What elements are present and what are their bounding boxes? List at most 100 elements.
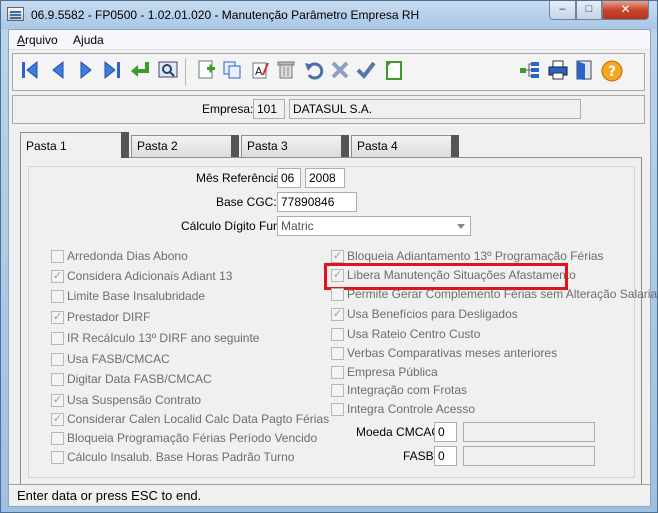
print-icon[interactable]	[545, 59, 571, 85]
checkbox-box[interactable]	[51, 332, 64, 345]
empresa-label: Empresa:	[202, 102, 254, 116]
checkbox-box[interactable]: ✓	[51, 394, 64, 407]
menu-arquivo-label: Arquivo	[17, 33, 58, 47]
client-area: Arquivo Ajuda A ? Empresa: 101 DATASUL S…	[8, 29, 657, 507]
svg-text:A: A	[255, 65, 263, 78]
app-icon	[7, 7, 24, 21]
mes-referencia-label: Mês Referência:	[196, 171, 284, 185]
checkbox-box[interactable]	[51, 250, 64, 263]
copy-icon[interactable]	[219, 59, 245, 85]
checkbox-box[interactable]	[331, 328, 344, 341]
checkbox-box[interactable]	[331, 403, 344, 416]
previous-record-icon[interactable]	[45, 59, 71, 85]
tab-pasta-1[interactable]: Pasta 1	[20, 132, 129, 158]
checkbox-label: Integra Controle Acesso	[347, 402, 476, 416]
highlight-box	[324, 263, 568, 290]
checkbox-box[interactable]	[331, 347, 344, 360]
checkbox-label: Limite Base Insalubridade	[67, 289, 206, 303]
base-cgc-field[interactable]: 77890846	[277, 192, 357, 212]
checkbox-box[interactable]: ✓	[51, 311, 64, 324]
ano-referencia-field[interactable]: 2008	[305, 168, 345, 188]
last-record-icon[interactable]	[99, 59, 125, 85]
add-icon[interactable]	[193, 59, 219, 85]
checkbox-label: Permite Gerar Complemento Férias sem Alt…	[347, 287, 658, 301]
checkbox-label: Considera Adicionais Adiant 13	[67, 269, 233, 283]
checkbox-box[interactable]	[51, 290, 64, 303]
company-header: Empresa: 101 DATASUL S.A.	[12, 95, 645, 124]
calculo-digito-select[interactable]: Matric	[277, 216, 471, 236]
tab-pasta-3[interactable]: Pasta 3	[241, 135, 349, 157]
checkbox-box[interactable]: ✓	[51, 413, 64, 426]
mes-referencia-field[interactable]: 06	[277, 168, 301, 188]
tab-pasta-4[interactable]: Pasta 4	[351, 135, 459, 157]
checkbox-box[interactable]: ✓	[331, 308, 344, 321]
checkbox-box[interactable]	[331, 288, 344, 301]
checkbox-label: Prestador DIRF	[67, 310, 151, 324]
checkbox-box[interactable]	[51, 432, 64, 445]
fasb-description	[463, 446, 595, 466]
calculo-digito-label: Cálculo Dígito Func:	[181, 219, 290, 233]
goto-icon[interactable]	[127, 59, 153, 85]
menu-ajuda[interactable]: Ajuda	[73, 33, 104, 47]
checkbox-box[interactable]	[51, 451, 64, 464]
checkbox-label: Empresa Pública	[347, 365, 438, 379]
exit-icon[interactable]	[571, 59, 597, 85]
checkbox-label: Cálculo Insalub. Base Horas Padrão Turno	[67, 450, 295, 464]
new-document-icon[interactable]	[381, 59, 407, 85]
checkbox-label: Integração com Frotas	[347, 383, 468, 397]
tab-pasta-2[interactable]: Pasta 2	[131, 135, 239, 157]
menu-bar: Arquivo Ajuda	[9, 30, 650, 50]
checkbox-box[interactable]	[51, 353, 64, 366]
fasb-field[interactable]: 0	[434, 446, 457, 466]
undo-icon[interactable]	[301, 59, 327, 85]
checkbox-label: Considerar Calen Localid Calc Data Pagto…	[67, 412, 330, 426]
cancel-icon[interactable]	[327, 59, 353, 85]
checkbox-box[interactable]	[51, 373, 64, 386]
tab-pasta-2-label: Pasta 2	[137, 139, 178, 153]
close-button[interactable]: ✕	[602, 1, 649, 20]
application-window: 06.9.5582 - FP0500 - 1.02.01.020 - Manut…	[0, 0, 658, 513]
svg-text:?: ?	[608, 64, 616, 80]
minimize-button[interactable]: –	[549, 1, 576, 20]
checkbox-label: Usa Benefícios para Desligados	[347, 307, 518, 321]
status-text: Enter data or press ESC to end.	[17, 488, 202, 503]
delete-icon[interactable]	[273, 59, 299, 85]
checkbox-box[interactable]	[331, 384, 344, 397]
checkbox-label: Digitar Data FASB/CMCAC	[67, 372, 212, 386]
moeda-cmcac-description	[463, 422, 595, 442]
empresa-code-field[interactable]: 101	[253, 99, 285, 119]
checkbox-box[interactable]	[331, 366, 344, 379]
parameters-group: Mês Referência: 06 2008 Base CGC: 778908…	[28, 166, 657, 478]
tab-pasta-3-label: Pasta 3	[247, 139, 288, 153]
checkbox-label: Usa FASB/CMCAC	[67, 352, 170, 366]
tree-icon[interactable]	[517, 59, 543, 85]
confirm-icon[interactable]	[353, 59, 379, 85]
checkbox-label: Usa Rateio Centro Custo	[347, 327, 481, 341]
tab-panel: Mês Referência: 06 2008 Base CGC: 778908…	[20, 157, 657, 485]
first-record-icon[interactable]	[17, 59, 43, 85]
moeda-cmcac-label: Moeda CMCAC:	[356, 425, 444, 439]
empresa-name-field: DATASUL S.A.	[289, 99, 581, 119]
tab-pasta-4-label: Pasta 4	[357, 139, 398, 153]
tab-pasta-1-label: Pasta 1	[26, 139, 67, 153]
checkbox-label: Bloqueia Adiantamento 13º Programação Fé…	[347, 249, 604, 263]
menu-ajuda-label: Ajuda	[73, 33, 104, 47]
checkbox-label: IR Recálculo 13º DIRF ano seguinte	[67, 331, 260, 345]
moeda-cmcac-field[interactable]: 0	[434, 422, 457, 442]
toolbar: A ?	[12, 53, 645, 91]
menu-arquivo[interactable]: Arquivo	[17, 33, 58, 47]
chevron-down-icon	[457, 224, 465, 229]
maximize-button[interactable]: □	[576, 1, 602, 20]
checkbox-label: Usa Suspensão Contrato	[67, 393, 202, 407]
help-icon[interactable]: ?	[599, 59, 625, 85]
checkbox-label: Bloqueia Programação Férias Período Venc…	[67, 431, 318, 445]
title-bar[interactable]: 06.9.5582 - FP0500 - 1.02.01.020 - Manut…	[1, 1, 657, 29]
next-record-icon[interactable]	[73, 59, 99, 85]
checkbox-box[interactable]: ✓	[51, 270, 64, 283]
checkbox-box[interactable]: ✓	[331, 250, 344, 263]
checkbox-label: Arredonda Dias Abono	[67, 249, 188, 263]
edit-icon[interactable]: A	[247, 59, 273, 85]
calculo-digito-value: Matric	[281, 219, 314, 233]
search-icon[interactable]	[155, 59, 181, 85]
fasb-label: FASB:	[403, 449, 438, 463]
